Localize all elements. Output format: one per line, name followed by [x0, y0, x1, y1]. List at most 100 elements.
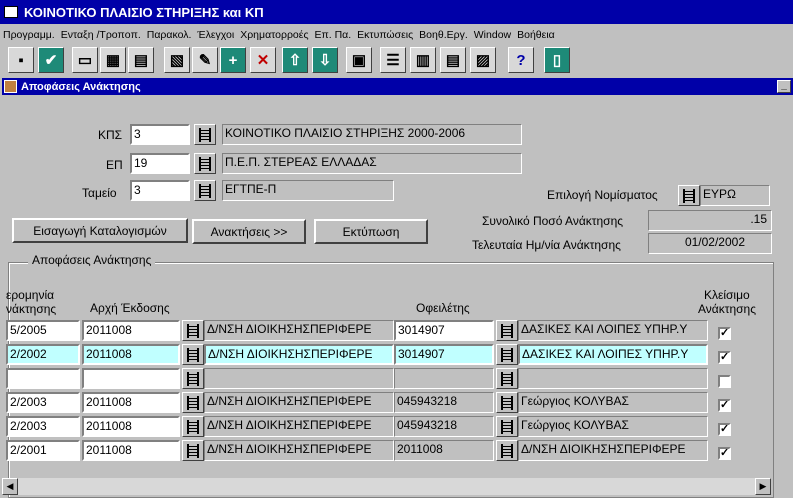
menu-ektyposeis[interactable]: Εκτυπώσεις: [354, 29, 416, 45]
exit-icon[interactable]: ▯: [544, 47, 570, 73]
help-icon[interactable]: ?: [508, 47, 534, 73]
row-authority-list-button[interactable]: [182, 344, 204, 365]
row-authority-list-button[interactable]: [182, 320, 204, 341]
list-values-icon: [187, 371, 199, 386]
row-authority-list-button[interactable]: [182, 416, 204, 437]
currency-list-button[interactable]: [678, 185, 700, 206]
row-authority-code-field[interactable]: 2011008: [82, 440, 180, 461]
clipboard-icon[interactable]: ▨: [470, 47, 496, 73]
row-authority-code-field[interactable]: 2011008: [82, 392, 180, 413]
insert-record-icon[interactable]: +: [220, 47, 246, 73]
list-values-icon: [199, 156, 211, 171]
ep-list-button[interactable]: [194, 153, 216, 174]
row-close-checkbox[interactable]: ✓: [718, 351, 731, 364]
row-debtor-desc-field: [518, 368, 708, 389]
group-title: Αποφάσεις Ανάκτησης: [28, 253, 156, 267]
row-authority-code-field[interactable]: [82, 368, 180, 389]
tameio-code-field[interactable]: 3: [130, 180, 190, 201]
row-authority-list-button[interactable]: [182, 392, 204, 413]
row-close-checkbox[interactable]: [718, 375, 731, 388]
form-window-icon[interactable]: [4, 80, 17, 93]
print-button[interactable]: Εκτύπωση: [314, 219, 428, 244]
col-date-header-2: νάκτησης: [6, 302, 57, 316]
row-date-field[interactable]: [6, 368, 80, 389]
duplicate-icon[interactable]: ▤: [128, 47, 154, 73]
scroll-right-icon[interactable]: ▶: [755, 478, 771, 495]
clear-record-icon[interactable]: ▦: [100, 47, 126, 73]
total-recovery-field: .15: [648, 210, 772, 231]
row-close-checkbox[interactable]: ✓: [718, 399, 731, 412]
scroll-left-icon[interactable]: ◀: [2, 478, 18, 495]
row-close-checkbox[interactable]: ✓: [718, 327, 731, 340]
list-values-icon: [501, 395, 513, 410]
row-date-field[interactable]: 2/2001: [6, 440, 80, 461]
kps-code-field[interactable]: 3: [130, 124, 190, 145]
row-debtor-code-field[interactable]: 045943218: [394, 416, 494, 437]
menu-parakol[interactable]: Παρακολ.: [144, 29, 195, 45]
row-debtor-code-field[interactable]: [394, 368, 494, 389]
tameio-list-button[interactable]: [194, 180, 216, 201]
list-values-icon: [683, 188, 695, 203]
app-window-icon[interactable]: [4, 6, 18, 18]
row-authority-code-field[interactable]: 2011008: [82, 344, 180, 365]
previous-record-icon[interactable]: ⇧: [282, 47, 308, 73]
kps-list-button[interactable]: [194, 124, 216, 145]
row-debtor-code-field[interactable]: 3014907: [394, 320, 494, 341]
query-icon[interactable]: ▧: [164, 47, 190, 73]
ep-code-field[interactable]: 19: [130, 153, 190, 174]
menu-elegxoi[interactable]: Έλεγχοι: [194, 29, 237, 45]
menu-programm[interactable]: Προγραμμ.: [0, 29, 58, 45]
row-debtor-list-button[interactable]: [496, 344, 518, 365]
list-values-icon: [501, 323, 513, 338]
row-date-field[interactable]: 2/2002: [6, 344, 80, 365]
kps-label: ΚΠΣ: [98, 128, 123, 142]
horizontal-scrollbar[interactable]: ◀ ▶: [2, 478, 771, 495]
currency-field: ΕΥΡΩ: [700, 185, 770, 206]
menu-help[interactable]: Βοήθεια: [514, 29, 558, 45]
list-icon[interactable]: ☰: [380, 47, 406, 73]
edit-icon[interactable]: ✎: [192, 47, 218, 73]
row-debtor-list-button[interactable]: [496, 440, 518, 461]
minimize-button[interactable]: _: [777, 80, 791, 93]
copy-record-icon[interactable]: ▭: [72, 47, 98, 73]
row-debtor-code-field[interactable]: 045943218: [394, 392, 494, 413]
row-date-field[interactable]: 5/2005: [6, 320, 80, 341]
kps-desc-field: ΚΟΙΝΟΤΙΚΟ ΠΛΑΙΣΙΟ ΣΤΗΡΙΞΗΣ 2000-2006: [222, 124, 522, 145]
menu-entaxi[interactable]: Ενταξη /Τροπoπ.: [58, 29, 144, 45]
row-authority-list-button[interactable]: [182, 440, 204, 461]
report-icon[interactable]: ▥: [410, 47, 436, 73]
row-authority-code-field[interactable]: 2011008: [82, 416, 180, 437]
row-debtor-desc-field: Γεώργιος ΚΟΛΥΒΑΣ: [518, 416, 708, 437]
row-debtor-desc-field: Γεώργιος ΚΟΛΥΒΑΣ: [518, 392, 708, 413]
last-recovery-date-field: 01/02/2002: [648, 233, 772, 254]
row-debtor-code-field[interactable]: 2011008: [394, 440, 494, 461]
subwindow-title: Αποφάσεις Ανάκτησης: [21, 80, 141, 93]
row-debtor-list-button[interactable]: [496, 368, 518, 389]
menu-ep-pa[interactable]: Επ. Πα.: [312, 29, 355, 45]
delete-record-icon[interactable]: ✕: [250, 47, 276, 73]
import-debits-button[interactable]: Εισαγωγή Καταλογισμών: [12, 218, 188, 243]
row-date-field[interactable]: 2/2003: [6, 416, 80, 437]
recoveries-button[interactable]: Ανακτήσεις >>: [192, 219, 306, 244]
ep-label: ΕΠ: [106, 158, 123, 172]
row-debtor-list-button[interactable]: [496, 320, 518, 341]
row-debtor-list-button[interactable]: [496, 392, 518, 413]
row-debtor-list-button[interactable]: [496, 416, 518, 437]
row-debtor-code-field[interactable]: 3014907: [394, 344, 494, 365]
menu-voith-erg[interactable]: Βοηθ.Εργ.: [416, 29, 471, 45]
row-authority-code-field[interactable]: 2011008: [82, 320, 180, 341]
row-close-checkbox[interactable]: ✓: [718, 447, 731, 460]
row-authority-desc-field: Δ/ΝΣΗ ΔΙΟΙΚΗΣΗΣΠΕΡΙΦΕΡΕ: [204, 440, 394, 461]
vertical-scrollbar[interactable]: [776, 96, 793, 476]
row-close-checkbox[interactable]: ✓: [718, 423, 731, 436]
document-icon[interactable]: ▤: [440, 47, 466, 73]
commit-check-icon[interactable]: ✔: [38, 47, 64, 73]
print-icon[interactable]: ▣: [346, 47, 372, 73]
save-icon[interactable]: ▪: [8, 47, 34, 73]
next-record-icon[interactable]: ⇩: [312, 47, 338, 73]
row-date-field[interactable]: 2/2003: [6, 392, 80, 413]
menu-window[interactable]: Window: [471, 29, 514, 45]
menu-xrimatorroes[interactable]: Χρηματορροές: [237, 29, 311, 45]
last-recovery-date-label: Τελευταία Ημ/νία Ανάκτησης: [472, 238, 621, 252]
row-authority-list-button[interactable]: [182, 368, 204, 389]
